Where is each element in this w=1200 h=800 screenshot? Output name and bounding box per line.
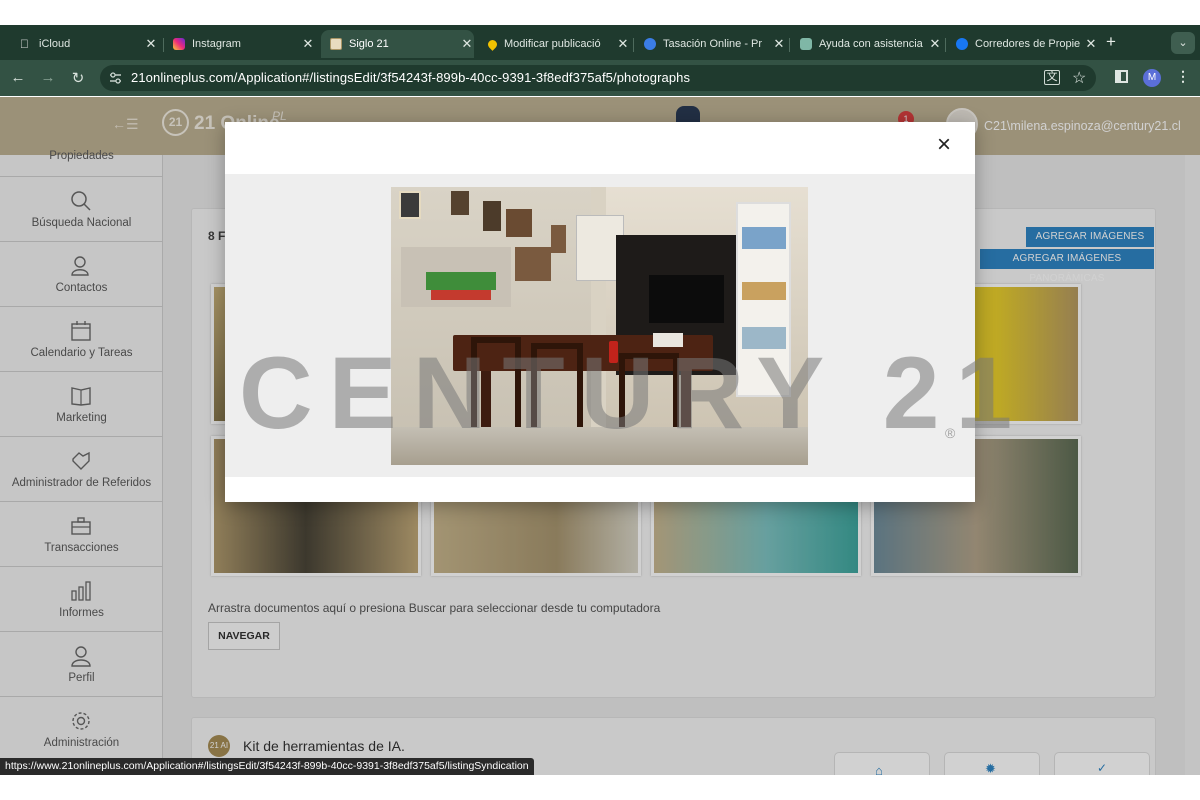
close-tab-icon[interactable]: ✕ (1084, 36, 1098, 52)
watermark: CENTURY 21 (239, 336, 1029, 450)
tab-instagram[interactable]: Instagram ✕ (165, 30, 315, 58)
modal-body: CENTURY 21 ® (225, 174, 1012, 477)
c21-icon (330, 38, 342, 50)
close-icon[interactable]: × (937, 133, 951, 157)
close-tab-icon[interactable]: ✕ (616, 36, 630, 52)
bottom-margin (0, 775, 1200, 800)
bookmark-star-icon[interactable]: ☆ (1072, 68, 1086, 88)
tab-icloud[interactable]:  iCloud ✕ (8, 30, 158, 58)
forward-icon[interactable]: → (39, 69, 57, 86)
close-tab-icon[interactable]: ✕ (301, 36, 315, 52)
back-icon[interactable]: ← (9, 69, 27, 86)
close-tab-icon[interactable]: ✕ (772, 36, 786, 52)
photo-viewer-modal: × CENTURY 21 ® (225, 122, 1012, 502)
translate-icon[interactable]: 文 (1044, 70, 1060, 85)
site-settings-icon[interactable] (109, 72, 122, 84)
instagram-icon (173, 38, 185, 50)
chatgpt-icon (800, 38, 812, 50)
profile-avatar[interactable]: M (1143, 69, 1161, 87)
tab-tasacion[interactable]: Tasación Online - Pr ✕ (636, 30, 786, 58)
tab-search-dropdown-icon[interactable]: ⌄ (1171, 32, 1195, 54)
tab-modificar[interactable]: Modificar publicació ✕ (480, 30, 630, 58)
tab-ayuda[interactable]: Ayuda con asistencia ✕ (792, 30, 942, 58)
close-tab-icon[interactable]: ✕ (460, 36, 474, 52)
watermark-registered: ® (945, 425, 956, 441)
tab-corredores[interactable]: Corredores de Propie ✕ (948, 30, 1098, 58)
map-pin-icon (486, 37, 499, 51)
reload-icon[interactable]: ↻ (69, 69, 87, 87)
close-tab-icon[interactable]: ✕ (928, 36, 942, 52)
url-text[interactable]: 21onlineplus.com/Application#/listingsEd… (131, 70, 690, 85)
side-panel-icon[interactable] (1115, 70, 1128, 83)
tab-siglo21[interactable]: Siglo 21 ✕ (321, 30, 474, 58)
close-tab-icon[interactable]: ✕ (144, 36, 158, 52)
facebook-icon (956, 38, 968, 50)
menu-kebab-icon[interactable]: ⋮ (1176, 68, 1190, 85)
browser-tab-bar:  iCloud ✕ Instagram ✕ Siglo 21 ✕ Modifi… (0, 25, 1200, 60)
status-bar-url: https://www.21onlineplus.com/Application… (0, 758, 534, 775)
apple-icon:  (20, 38, 32, 50)
new-tab-button[interactable]: + (1106, 32, 1116, 52)
p-icon (644, 38, 656, 50)
top-margin (0, 0, 1200, 25)
